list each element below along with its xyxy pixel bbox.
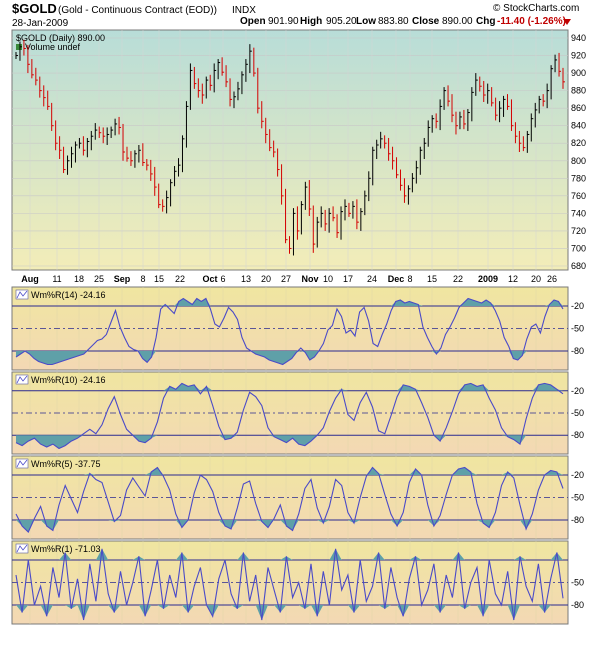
x-tick-label-top-18: 8	[407, 274, 412, 284]
date: 28-Jan-2009	[12, 18, 69, 29]
symbol: $GOLD	[12, 1, 57, 16]
x-tick-label-top-10: 13	[241, 274, 251, 284]
x-tick-label-top-1: 11	[52, 274, 61, 284]
x-tick-label-top-21: 2009	[478, 274, 498, 284]
wmr-panel-2: -20 -50 -80 Wm%R(10) -24.16	[11, 371, 584, 455]
price-y-tick-4: 760	[571, 191, 586, 201]
x-tick-label-top-24: 26	[547, 274, 557, 284]
gold-chart: $GOLD (Gold - Continuous Contract (EOD))…	[11, 1, 586, 640]
x-tick-label-top-13: Nov	[301, 274, 318, 284]
wmr-y-tick-2-1: -50	[571, 408, 584, 418]
wmr-y-tick-3-0: -20	[571, 470, 584, 480]
x-tick-label-top-7: 22	[175, 274, 185, 284]
volume-legend-label: Volume undef	[25, 42, 81, 52]
wmr-panel-title-4: Wm%R(1) -71.03	[31, 544, 101, 554]
price-y-tick-9: 860	[571, 103, 586, 113]
high-value: 905.20	[326, 16, 357, 27]
wmr-y-tick-1-0: -20	[571, 301, 584, 311]
x-tick-label-top-17: Dec	[388, 274, 405, 284]
exchange: INDX	[232, 5, 256, 16]
price-y-tick-10: 880	[571, 86, 586, 96]
wmr-panel-title-3: Wm%R(5) -37.75	[31, 459, 101, 469]
price-y-tick-2: 720	[571, 226, 586, 236]
x-tick-label-top-22: 12	[508, 274, 518, 284]
x-tick-label-top-3: 25	[94, 274, 104, 284]
price-y-tick-1: 700	[571, 243, 586, 253]
wmr-panel-title-1: Wm%R(14) -24.16	[31, 290, 106, 300]
x-tick-label-top-19: 15	[427, 274, 437, 284]
wmr-y-tick-3-1: -50	[571, 493, 584, 503]
price-y-tick-12: 920	[571, 51, 586, 61]
description: (Gold - Continuous Contract (EOD))	[58, 5, 217, 16]
x-tick-label-top-16: 24	[367, 274, 377, 284]
price-y-tick-6: 800	[571, 156, 586, 166]
price-panel: 6807007207407607808008208408608809009209…	[11, 29, 586, 284]
price-y-tick-8: 840	[571, 121, 586, 131]
open-value: 901.90	[268, 16, 299, 27]
open-label: Open	[240, 16, 266, 27]
wmr-y-tick-1-2: -80	[571, 346, 584, 356]
watermark: © StockCharts.com	[493, 3, 579, 14]
wmr-panel-title-2: Wm%R(10) -24.16	[31, 375, 106, 385]
x-tick-label-top-4: Sep	[114, 274, 131, 284]
wmr-y-tick-3-2: -80	[571, 515, 584, 525]
low-value: 883.80	[378, 16, 409, 27]
price-y-tick-11: 900	[571, 68, 586, 78]
wmr-y-tick-4-1: -80	[571, 600, 584, 610]
x-tick-label-top-8: Oct	[202, 274, 217, 284]
wmr-y-tick-1-1: -50	[571, 324, 584, 334]
x-tick-label-top-11: 20	[261, 274, 271, 284]
close-label: Close	[412, 16, 440, 27]
x-tick-label-top-6: 15	[154, 274, 164, 284]
price-y-tick-13: 940	[571, 33, 586, 43]
wmr-y-tick-2-0: -20	[571, 386, 584, 396]
wmr-y-tick-4-0: -50	[571, 578, 584, 588]
low-label: Low	[356, 16, 376, 27]
x-tick-label-top-2: 18	[74, 274, 84, 284]
price-y-tick-3: 740	[571, 208, 586, 218]
price-panel-bg	[11, 29, 569, 271]
bottom-axis-bg	[12, 628, 568, 640]
wmr-y-tick-2-2: -80	[571, 430, 584, 440]
x-tick-label-top-0: Aug	[21, 274, 39, 284]
chg-label: Chg	[476, 16, 495, 27]
x-tick-label-top-12: 27	[281, 274, 291, 284]
x-tick-label-top-23: 20	[531, 274, 541, 284]
x-tick-label-top-9: 6	[220, 274, 225, 284]
x-tick-label-top-5: 8	[140, 274, 145, 284]
high-label: High	[300, 16, 322, 27]
wmr-panel-3: -20 -50 -80 Wm%R(5) -37.75	[11, 455, 584, 540]
chg-value: -11.40 (-1.26%)	[497, 16, 566, 27]
x-tick-label-top-15: 17	[343, 274, 353, 284]
price-y-tick-0: 680	[571, 261, 586, 271]
x-tick-label-top-14: 10	[323, 274, 333, 284]
price-y-tick-7: 820	[571, 138, 586, 148]
x-tick-label-top-20: 22	[453, 274, 463, 284]
price-y-tick-5: 780	[571, 173, 586, 183]
close-value: 890.00	[442, 16, 473, 27]
wmr-panel-1: -20 -50 -80 Wm%R(14) -24.16	[11, 286, 584, 371]
wmr-panel-4: -50 -80 Wm%R(1) -71.03	[11, 540, 584, 625]
